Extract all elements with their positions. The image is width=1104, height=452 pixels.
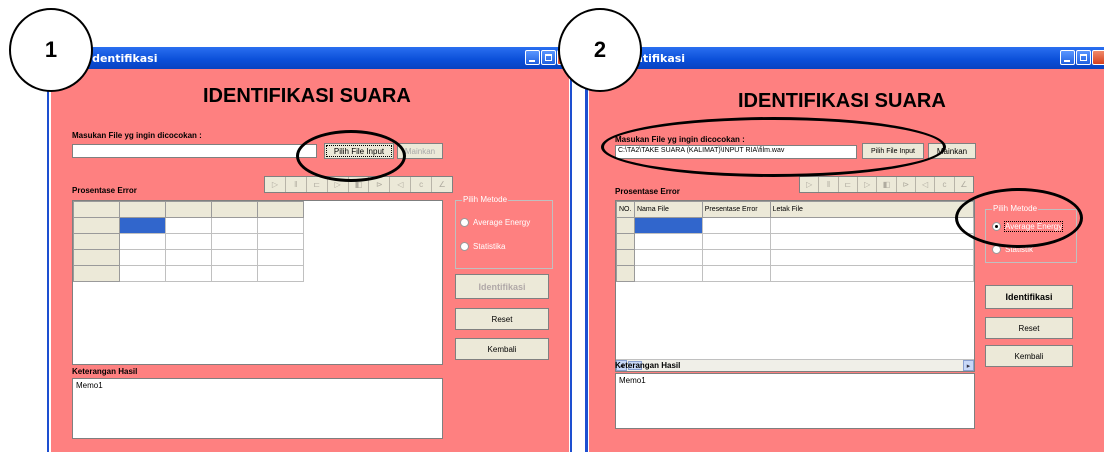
right-window-left-border xyxy=(585,60,588,452)
column-header-file-name: Nama File xyxy=(633,201,703,218)
column-header-no: NO. xyxy=(616,201,635,218)
table-row[interactable] xyxy=(616,217,974,234)
reset-button[interactable]: Reset xyxy=(985,317,1073,339)
nav-first-icon[interactable]: ▷ xyxy=(265,177,286,192)
result-memo[interactable]: Memo1 xyxy=(72,378,443,439)
error-percent-label: Prosentase Error xyxy=(72,186,137,195)
highlight-pick-file-ellipse xyxy=(296,130,406,182)
nav-cancel-icon[interactable]: ∠ xyxy=(955,177,973,192)
nav-last-icon[interactable]: ▷ xyxy=(858,177,878,192)
close-icon[interactable] xyxy=(1092,50,1104,65)
back-button[interactable]: Kembali xyxy=(455,338,549,360)
table-row[interactable] xyxy=(73,249,304,266)
selected-cell xyxy=(633,217,703,234)
highlight-file-path-ellipse xyxy=(601,117,946,177)
page-title: IDENTIFIKASI SUARA xyxy=(738,90,946,112)
nav-next-icon[interactable]: ⊏ xyxy=(307,177,328,192)
right-titlebar[interactable]: ntifikasi xyxy=(585,47,1104,69)
error-grid-table: NO. Nama File Presentase Error Letak Fil… xyxy=(616,201,974,282)
left-window-right-border xyxy=(570,47,572,452)
identify-button[interactable]: Identifikasi xyxy=(455,274,549,299)
minimize-icon[interactable] xyxy=(525,50,540,65)
nav-post-icon[interactable]: c xyxy=(935,177,955,192)
nav-prior-icon[interactable]: ‖ xyxy=(819,177,839,192)
nav-edit-icon[interactable]: ◁ xyxy=(916,177,936,192)
identify-button[interactable]: Identifikasi xyxy=(985,285,1073,309)
reset-button[interactable]: Reset xyxy=(455,308,549,330)
table-row[interactable] xyxy=(73,265,304,282)
radio-icon xyxy=(460,218,469,227)
nav-edit-icon[interactable]: ◁ xyxy=(390,177,412,192)
step-badge-1: 1 xyxy=(9,8,93,92)
minimize-icon[interactable] xyxy=(1060,50,1075,65)
left-window-title: Identifikasi xyxy=(88,52,158,65)
nav-next-icon[interactable]: ⊏ xyxy=(839,177,858,192)
maximize-icon[interactable] xyxy=(1076,50,1091,65)
method-group: Pilih Metode Average Energy Statistika xyxy=(455,195,553,269)
right-window-title: ntifikasi xyxy=(635,52,686,65)
nav-first-icon[interactable]: ▷ xyxy=(800,177,820,192)
column-header-location: Letak File xyxy=(769,201,974,218)
result-memo[interactable]: Memo1 xyxy=(615,373,975,429)
method-group-title: Pilih Metode xyxy=(462,195,509,204)
back-button[interactable]: Kembali xyxy=(985,345,1073,367)
column-header-error: Presentase Error xyxy=(701,201,771,218)
error-percent-label: Prosentase Error xyxy=(615,187,680,196)
db-navigator[interactable]: ▷ ‖ ⊏ ▷ ◧ ⊳ ◁ c ∠ xyxy=(799,176,974,193)
result-label: Keterangan Hasil xyxy=(615,361,681,370)
nav-prior-icon[interactable]: ‖ xyxy=(286,177,307,192)
left-form-window: Identifikasi IDENTIFIKASI SUARA Masukan … xyxy=(48,47,572,452)
error-grid[interactable]: NO. Nama File Presentase Error Letak Fil… xyxy=(615,200,975,372)
table-header-row: NO. Nama File Presentase Error Letak Fil… xyxy=(616,201,974,218)
right-form-window: ntifikasi IDENTIFIKASI SUARA Masukan Fil… xyxy=(585,47,1104,452)
nav-delete-icon[interactable]: ⊳ xyxy=(897,177,916,192)
file-input-label: Masukan File yg ingin dicocokan : xyxy=(72,131,202,140)
radio-average-energy[interactable]: Average Energy xyxy=(460,218,530,227)
left-window-border-line xyxy=(47,60,49,452)
table-row[interactable] xyxy=(616,233,974,250)
nav-insert-icon[interactable]: ◧ xyxy=(877,177,897,192)
nav-cancel-icon[interactable]: ∠ xyxy=(432,177,452,192)
error-grid[interactable] xyxy=(72,200,443,365)
step-badge-2: 2 xyxy=(558,8,642,92)
table-row[interactable] xyxy=(73,233,304,250)
radio-statistika[interactable]: Statistika xyxy=(460,242,505,251)
radio-icon xyxy=(460,242,469,251)
error-grid-table xyxy=(73,201,304,282)
selected-cell xyxy=(119,217,166,234)
page-title: IDENTIFIKASI SUARA xyxy=(203,85,411,107)
table-row[interactable] xyxy=(616,265,974,282)
scroll-right-icon[interactable]: ▸ xyxy=(963,360,974,371)
left-titlebar[interactable]: Identifikasi xyxy=(48,47,572,69)
highlight-method-ellipse xyxy=(955,188,1083,248)
maximize-icon[interactable] xyxy=(541,50,556,65)
result-label: Keterangan Hasil xyxy=(72,367,138,376)
table-row[interactable] xyxy=(616,249,974,266)
left-form-body: IDENTIFIKASI SUARA Masukan File yg ingin… xyxy=(51,69,569,452)
table-row xyxy=(73,201,304,218)
table-row[interactable] xyxy=(73,217,304,234)
nav-post-icon[interactable]: c xyxy=(411,177,433,192)
file-path-input[interactable] xyxy=(72,144,317,158)
